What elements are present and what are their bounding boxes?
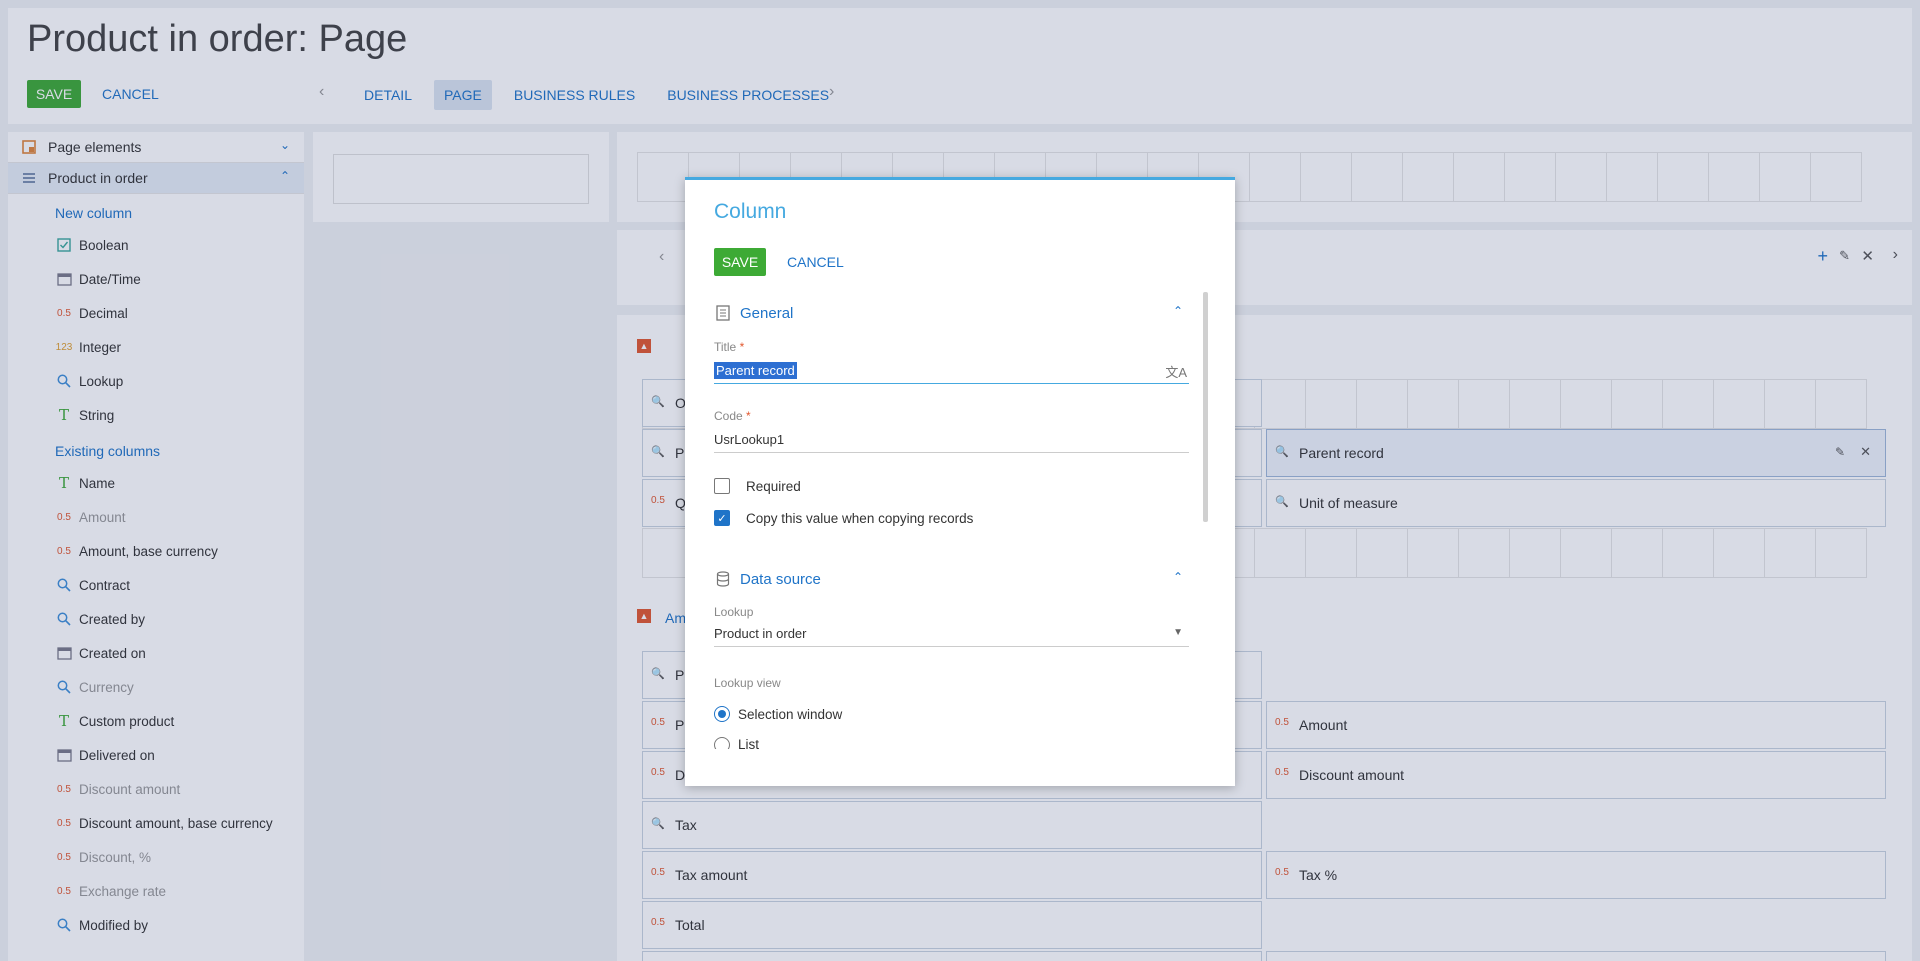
radio-selected-icon[interactable] [714,706,730,722]
required-checkbox[interactable]: Required [714,478,801,494]
section-general[interactable]: General ⌃ [714,300,1189,326]
section-data-source[interactable]: Data source ⌃ [714,566,1189,592]
section-label: Data source [740,570,821,588]
document-icon [716,305,730,321]
dialog-scrollbar[interactable] [1203,292,1208,522]
dialog-cancel-button[interactable]: CANCEL [787,254,844,270]
database-icon [716,571,730,587]
label-text: Title [714,340,737,354]
radio-empty-icon[interactable] [714,737,730,749]
radio-label: List [738,737,760,749]
code-field-label: Code * [714,409,751,423]
radio-list[interactable]: List [714,737,759,749]
dropdown-arrow-icon[interactable]: ▼ [1173,627,1183,638]
chevron-up-icon[interactable]: ⌃ [1173,304,1183,318]
checkbox-label: Required [746,478,801,494]
column-dialog: Column SAVE CANCEL General ⌃ Title * Par… [685,177,1235,786]
required-mark: * [739,340,745,354]
title-input[interactable]: Parent record 文A [714,358,1189,384]
radio-label: Selection window [738,706,843,722]
label-text: Code [714,409,743,423]
code-input[interactable]: UsrLookup1 [714,427,1189,453]
title-field-label: Title * [714,340,744,354]
lookup-view-label: Lookup view [714,676,781,690]
section-label: General [740,304,794,322]
radio-selection-window[interactable]: Selection window [714,706,842,722]
checkbox-checked-icon[interactable]: ✓ [714,510,730,526]
lookup-field-label: Lookup [714,605,754,619]
title-input-value: Parent record [714,362,797,379]
checkbox-label: Copy this value when copying records [746,510,974,526]
lookup-select-value: Product in order [714,626,807,641]
lookup-select[interactable]: Product in order ▼ [714,621,1189,647]
chevron-up-icon[interactable]: ⌃ [1173,570,1183,584]
required-mark: * [746,409,751,423]
translate-icon[interactable]: 文A [1165,362,1187,381]
copy-value-checkbox[interactable]: ✓ Copy this value when copying records [714,510,973,526]
checkbox-empty-icon[interactable] [714,478,730,494]
dialog-title: Column [714,200,787,223]
dialog-save-button[interactable]: SAVE [714,248,766,276]
